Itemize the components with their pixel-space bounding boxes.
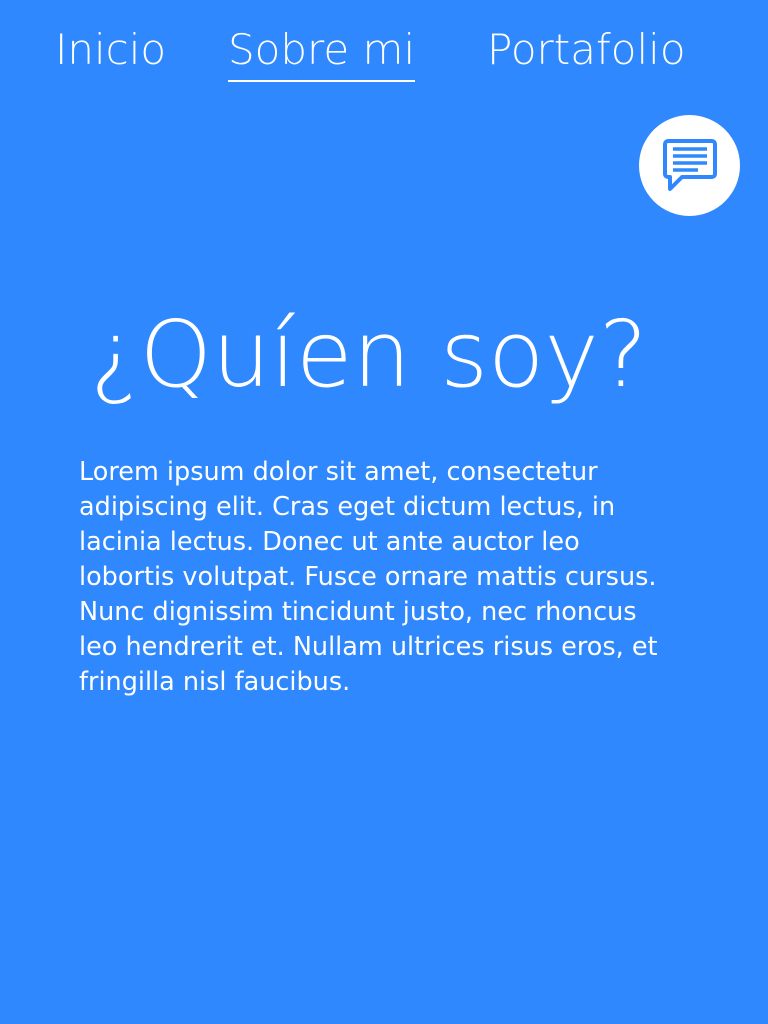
- about-paragraph: Lorem ipsum dolor sit amet, consectetur …: [79, 457, 658, 697]
- chat-message-icon: [662, 138, 717, 191]
- page-title: ¿Quíen soy?: [90, 301, 648, 408]
- nav-item-portafolio[interactable]: Portafolio: [487, 20, 686, 80]
- chat-button[interactable]: [639, 115, 740, 216]
- top-navigation: Inicio Sobre mi Portafolio: [0, 20, 768, 90]
- nav-item-inicio[interactable]: Inicio: [55, 20, 166, 80]
- nav-item-sobre-mi[interactable]: Sobre mi: [228, 20, 416, 82]
